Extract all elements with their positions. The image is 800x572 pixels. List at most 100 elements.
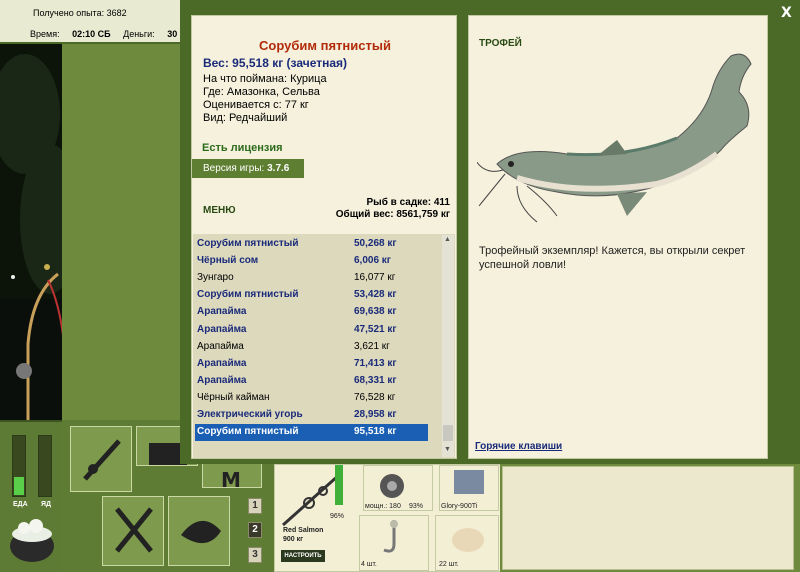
scroll-down-icon[interactable]: ▼ [444,446,451,453]
fish-weight-cell: 68,331 кг [354,374,397,386]
fish-list-row[interactable]: Сорубим пятнистый 53,428 кг [195,287,428,304]
caught-on: На что поймана: Курица [203,73,327,85]
fish-weight-cell: 76,528 кг [354,391,396,403]
fish-weight-cell: 50,268 кг [354,238,397,249]
fish-weight-cell: 6,006 кг [354,255,391,267]
fish-list-row[interactable]: Зунгаро 16,077 кг [195,270,428,287]
fish-list-row[interactable]: Арапайма 71,413 кг [195,356,428,373]
total-weight: Общий вес: 8561,759 кг [335,209,450,220]
food-label: ЕДА [13,501,28,508]
setup-button[interactable]: НАСТРОИТЬ [281,550,325,562]
trophy-description: Трофейный экземпляр! Кажется, вы открыли… [479,245,746,271]
reel-power: мощн.: 180 [365,503,401,510]
map-button[interactable]: M [202,460,262,489]
time-label: Время: [30,29,60,39]
svg-text:M: M [221,469,241,489]
fish-icon [181,520,221,544]
fish-name: Арапайма [197,340,244,352]
fish-list-row[interactable]: Сорубим пятнистый 50,268 кг [195,236,428,253]
status-meters: ЕДА ЯД [0,420,62,572]
fork-knife-icon [115,507,153,553]
menu-link[interactable]: МЕНЮ [203,205,236,216]
fish-name: Сорубим пятнистый [197,426,299,438]
fish-name: Арапайма [197,323,247,335]
food-meter [12,435,26,497]
fish-name: Арапайма [197,306,247,318]
trophy-panel: ТРОФЕЙ Трофейный экземпляр! Кажется, вы … [468,15,768,459]
rod-durability-bar [335,465,343,505]
page-3-button[interactable]: 3 [248,547,262,563]
fish-weight-cell: 47,521 кг [354,323,397,335]
fish-weight-cell: 3,621 кг [354,340,390,352]
game-version: Версия игры: 3.7.6 [192,159,304,178]
page-1-button[interactable]: 1 [248,498,262,514]
version-label: Версия игры: [203,163,265,174]
net-stats: Рыб в садке: 411 Общий вес: 8561,759 кг [336,197,450,221]
food-button[interactable] [102,496,164,566]
hook-count: 4 шт. [361,561,377,568]
catfish-image [477,53,752,223]
fish-list-row[interactable]: Сорубим пятнистый 95,518 кг [195,424,428,442]
version-number: 3.7.6 [267,163,290,174]
fish-name: Сорубим пятнистый [197,238,299,249]
reel-pct: 93% [409,503,424,510]
fishing-rod-icon [11,264,62,420]
fish-name: Сорубим пятнистый [197,289,299,301]
fish-list-row[interactable]: Арапайма 47,521 кг [195,322,428,339]
chicken-bait-icon [452,528,484,552]
bait-label: ЯД [41,501,52,508]
reel-icon [380,474,404,498]
rarity: Вид: Редчайший [203,112,288,124]
rod-icon [83,439,121,481]
time-money-row: Время: 02:10 СБ Деньги: 30 [30,29,177,39]
rod-name: Red Salmon [283,527,324,534]
fish-weight-cell: 69,638 кг [354,306,397,318]
close-button[interactable]: X [781,5,792,21]
fish-list-row[interactable]: Арапайма 68,331 кг [195,373,428,390]
fish-weight: Вес: 95,518 кг (зачетная) [203,56,348,70]
money-value: 30 [167,29,178,39]
fish-list-row[interactable]: Чёрный кайман 76,528 кг [195,390,428,407]
time-value: 02:10 СБ [72,29,111,39]
fish-weight-cell: 28,958 кг [354,409,397,420]
fish-weight-cell: 16,077 кг [354,272,396,284]
fish-name: Чёрный сом [197,255,259,267]
fish-in-net: Рыб в садке: 411 [366,197,451,208]
line-spool-icon [454,470,484,494]
catch-info-panel: Сорубим пятнистый Вес: 95,518 кг (зачетн… [191,15,457,459]
scroll-up-icon[interactable]: ▲ [444,236,451,243]
hook-icon [383,520,398,553]
map-icon: M [221,469,241,489]
rod-weight: 900 кг [283,536,304,543]
xp-label: Получено опыта: 3682 [33,8,127,18]
fish-weight-cell: 53,428 кг [354,289,397,301]
fish-weight-cell: 95,518 кг [354,426,397,438]
fish-list-scrollbar[interactable]: ▲ ▼ [442,235,454,457]
fish-list: ▲ ▼ Сорубим пятнистый 50,268 кг Чёрный сом… [193,234,455,458]
scroll-thumb[interactable] [443,425,453,441]
fish-list-row[interactable]: Чёрный сом 6,006 кг [195,253,428,270]
fishing-scene [0,44,62,420]
cauldron-icon[interactable] [6,514,58,566]
hud-bar: Получено опыта: 3682 Время: 02:10 СБ Ден… [0,0,180,44]
fish-list-row[interactable]: Арапайма 3,621 кг [195,339,428,356]
hotkeys-link[interactable]: Горячие клавиши [475,441,562,452]
rod-tool-button[interactable] [70,426,132,492]
fish-name: Чёрный кайман [197,391,270,403]
fish-title: Сорубим пятнистый [259,38,391,53]
fish-list-row[interactable]: Арапайма 69,638 кг [195,304,428,321]
fish-catch-button[interactable] [168,496,230,566]
rod-pct: 96% [330,513,345,520]
fish-name: Зунгаро [197,272,234,284]
fish-name: Электрический угорь [197,409,303,420]
fish-list-row[interactable]: Электрический угорь 28,958 кг [195,407,428,424]
bait-count: 22 шт. [439,561,459,568]
line-name: Glory-900Ti [441,503,478,510]
valued-from: Оценивается с: 77 кг [203,99,309,111]
fish-name: Арапайма [197,374,247,386]
fish-weight-cell: 71,413 кг [354,357,397,369]
page-2-button[interactable]: 2 [248,522,262,538]
bait-meter [38,435,52,497]
caught-where: Где: Амазонка, Сельва [203,86,320,98]
money-label: Деньги: [123,29,155,39]
